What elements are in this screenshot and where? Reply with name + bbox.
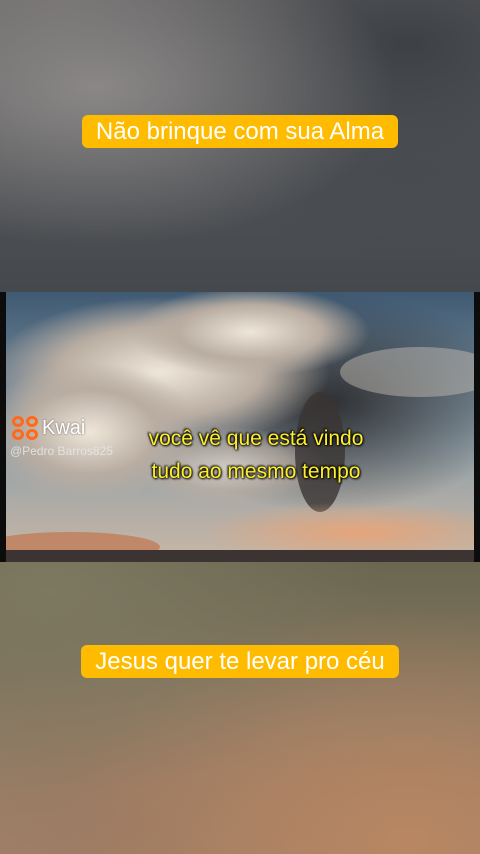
kwai-logo-icon	[12, 416, 38, 440]
bottom-caption-text: Jesus quer te levar pro céu	[81, 645, 399, 678]
screen: Não brinque com sua Alma você vê que est…	[0, 0, 480, 854]
video-border-right	[474, 292, 480, 562]
top-caption: Não brinque com sua Alma	[80, 113, 400, 151]
watermark-username: @Pedro Barros825	[10, 444, 113, 458]
subtitle-line-1: você vê que está vindo	[148, 427, 364, 450]
subtitle-line-2: tudo ao mesmo tempo	[151, 460, 361, 483]
video-border-left	[0, 292, 6, 562]
kwai-brand-name: Kwai	[42, 416, 86, 439]
top-caption-text: Não brinque com sua Alma	[81, 115, 399, 148]
video-subtitle: você vê que está vindo tudo ao mesmo tem…	[96, 422, 416, 488]
blurred-background-bottom	[0, 562, 480, 854]
kwai-watermark: Kwai	[12, 416, 85, 440]
bottom-caption: Jesus quer te levar pro céu	[70, 643, 410, 681]
